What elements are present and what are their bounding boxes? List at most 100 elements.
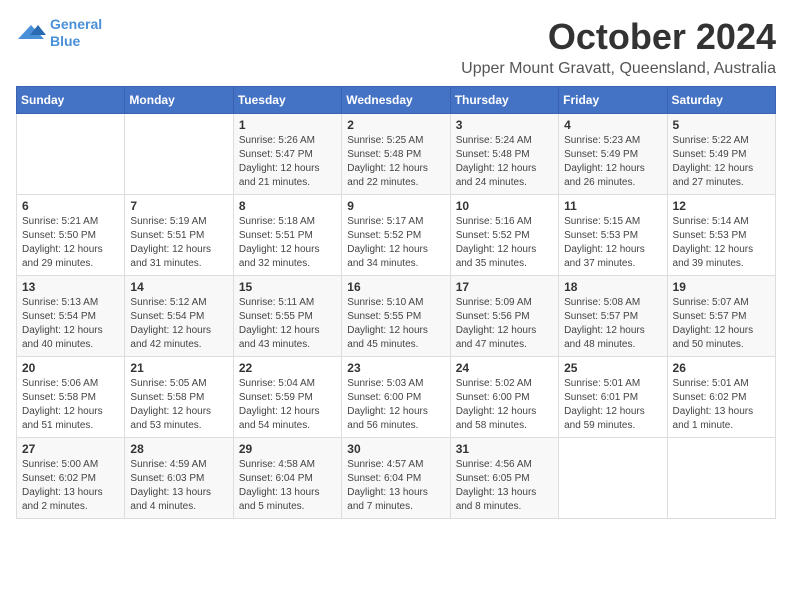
calendar-cell: 17 Sunrise: 5:09 AM Sunset: 5:56 PM Dayli… — [450, 276, 558, 357]
day-detail: Sunrise: 5:14 AM Sunset: 5:53 PM Dayligh… — [673, 215, 770, 271]
calendar-table: SundayMondayTuesdayWednesdayThursdayFrid… — [16, 86, 776, 519]
calendar-header: SundayMondayTuesdayWednesdayThursdayFrid… — [17, 87, 776, 114]
day-number: 21 — [130, 361, 227, 375]
calendar-cell — [667, 438, 775, 519]
calendar-cell: 27Sunrise: 5:00 AM Sunset: 6:02 PM Dayli… — [17, 438, 125, 519]
calendar-cell: 21Sunrise: 5:05 AM Sunset: 5:58 PM Dayli… — [125, 357, 233, 438]
day-number: 1 — [239, 118, 336, 132]
day-number: 31 — [456, 442, 553, 456]
calendar-cell: 19Sunrise: 5:07 AM Sunset: 5:57 PM Dayli… — [667, 276, 775, 357]
day-number: 15 — [239, 280, 336, 294]
day-detail: Sunrise: 5:24 AM Sunset: 5:48 PM Dayligh… — [456, 134, 553, 190]
calendar-cell: 23Sunrise: 5:03 AM Sunset: 6:00 PM Dayli… — [342, 357, 450, 438]
calendar-cell: 30 Sunrise: 4:57 AM Sunset: 6:04 PM Dayli… — [342, 438, 450, 519]
day-number: 13 — [22, 280, 119, 294]
day-detail: Sunrise: 5:13 AM Sunset: 5:54 PM Dayligh… — [22, 296, 119, 352]
day-number: 3 — [456, 118, 553, 132]
calendar-cell: 31 Sunrise: 4:56 AM Sunset: 6:05 PM Dayli… — [450, 438, 558, 519]
calendar-cell: 10Sunrise: 5:16 AM Sunset: 5:52 PM Dayli… — [450, 195, 558, 276]
day-number: 11 — [564, 199, 661, 213]
calendar-cell: 16Sunrise: 5:10 AM Sunset: 5:55 PM Dayli… — [342, 276, 450, 357]
day-detail: Sunrise: 4:56 AM Sunset: 6:05 PM Dayligh… — [456, 458, 553, 514]
day-number: 4 — [564, 118, 661, 132]
day-number: 14 — [130, 280, 227, 294]
calendar-cell: 1 Sunrise: 5:26 AM Sunset: 5:47 PM Daylig… — [233, 114, 341, 195]
day-number: 26 — [673, 361, 770, 375]
header-day: Tuesday — [233, 87, 341, 114]
day-number: 20 — [22, 361, 119, 375]
title-block: October 2024 Upper Mount Gravatt, Queens… — [461, 16, 776, 78]
day-detail: Sunrise: 5:23 AM Sunset: 5:49 PM Dayligh… — [564, 134, 661, 190]
calendar-cell: 6 Sunrise: 5:21 AM Sunset: 5:50 PM Daylig… — [17, 195, 125, 276]
day-number: 10 — [456, 199, 553, 213]
header-day: Wednesday — [342, 87, 450, 114]
calendar-cell: 7 Sunrise: 5:19 AM Sunset: 5:51 PM Daylig… — [125, 195, 233, 276]
calendar-body: 1 Sunrise: 5:26 AM Sunset: 5:47 PM Daylig… — [17, 114, 776, 519]
calendar-cell: 5Sunrise: 5:22 AM Sunset: 5:49 PM Daylig… — [667, 114, 775, 195]
header-day: Thursday — [450, 87, 558, 114]
calendar-week: 13 Sunrise: 5:13 AM Sunset: 5:54 PM Dayli… — [17, 276, 776, 357]
calendar-cell: 3 Sunrise: 5:24 AM Sunset: 5:48 PM Daylig… — [450, 114, 558, 195]
header-row: SundayMondayTuesdayWednesdayThursdayFrid… — [17, 87, 776, 114]
calendar-cell — [125, 114, 233, 195]
day-detail: Sunrise: 5:21 AM Sunset: 5:50 PM Dayligh… — [22, 215, 119, 271]
calendar-cell: 2 Sunrise: 5:25 AM Sunset: 5:48 PM Daylig… — [342, 114, 450, 195]
header-day: Monday — [125, 87, 233, 114]
calendar-cell: 29 Sunrise: 4:58 AM Sunset: 6:04 PM Dayli… — [233, 438, 341, 519]
logo-line2: Blue — [50, 33, 80, 49]
calendar-week: 1 Sunrise: 5:26 AM Sunset: 5:47 PM Daylig… — [17, 114, 776, 195]
day-detail: Sunrise: 5:22 AM Sunset: 5:49 PM Dayligh… — [673, 134, 770, 190]
day-number: 16 — [347, 280, 444, 294]
day-detail: Sunrise: 5:15 AM Sunset: 5:53 PM Dayligh… — [564, 215, 661, 271]
calendar-cell: 20 Sunrise: 5:06 AM Sunset: 5:58 PM Dayli… — [17, 357, 125, 438]
day-number: 17 — [456, 280, 553, 294]
day-number: 30 — [347, 442, 444, 456]
day-detail: Sunrise: 5:07 AM Sunset: 5:57 PM Dayligh… — [673, 296, 770, 352]
logo-text: General Blue — [50, 16, 102, 50]
subtitle: Upper Mount Gravatt, Queensland, Austral… — [461, 60, 776, 78]
day-number: 27 — [22, 442, 119, 456]
calendar-cell: 9 Sunrise: 5:17 AM Sunset: 5:52 PM Daylig… — [342, 195, 450, 276]
day-number: 6 — [22, 199, 119, 213]
day-detail: Sunrise: 5:01 AM Sunset: 6:02 PM Dayligh… — [673, 377, 770, 433]
day-number: 9 — [347, 199, 444, 213]
calendar-cell: 12Sunrise: 5:14 AM Sunset: 5:53 PM Dayli… — [667, 195, 775, 276]
logo-icon — [16, 21, 46, 45]
day-detail: Sunrise: 5:19 AM Sunset: 5:51 PM Dayligh… — [130, 215, 227, 271]
day-detail: Sunrise: 4:58 AM Sunset: 6:04 PM Dayligh… — [239, 458, 336, 514]
calendar-week: 27Sunrise: 5:00 AM Sunset: 6:02 PM Dayli… — [17, 438, 776, 519]
page-header: General Blue October 2024 Upper Mount Gr… — [16, 16, 776, 78]
day-detail: Sunrise: 5:12 AM Sunset: 5:54 PM Dayligh… — [130, 296, 227, 352]
calendar-cell: 26 Sunrise: 5:01 AM Sunset: 6:02 PM Dayli… — [667, 357, 775, 438]
day-number: 24 — [456, 361, 553, 375]
header-day: Saturday — [667, 87, 775, 114]
calendar-week: 20 Sunrise: 5:06 AM Sunset: 5:58 PM Dayli… — [17, 357, 776, 438]
day-number: 7 — [130, 199, 227, 213]
calendar-cell: 25 Sunrise: 5:01 AM Sunset: 6:01 PM Dayli… — [559, 357, 667, 438]
day-detail: Sunrise: 5:18 AM Sunset: 5:51 PM Dayligh… — [239, 215, 336, 271]
day-number: 23 — [347, 361, 444, 375]
logo-line1: General — [50, 16, 102, 32]
day-number: 25 — [564, 361, 661, 375]
calendar-cell: 28Sunrise: 4:59 AM Sunset: 6:03 PM Dayli… — [125, 438, 233, 519]
calendar-cell — [559, 438, 667, 519]
calendar-cell: 18 Sunrise: 5:08 AM Sunset: 5:57 PM Dayli… — [559, 276, 667, 357]
day-number: 22 — [239, 361, 336, 375]
day-detail: Sunrise: 5:01 AM Sunset: 6:01 PM Dayligh… — [564, 377, 661, 433]
day-detail: Sunrise: 5:06 AM Sunset: 5:58 PM Dayligh… — [22, 377, 119, 433]
day-detail: Sunrise: 5:17 AM Sunset: 5:52 PM Dayligh… — [347, 215, 444, 271]
day-detail: Sunrise: 4:57 AM Sunset: 6:04 PM Dayligh… — [347, 458, 444, 514]
day-detail: Sunrise: 5:08 AM Sunset: 5:57 PM Dayligh… — [564, 296, 661, 352]
day-detail: Sunrise: 5:02 AM Sunset: 6:00 PM Dayligh… — [456, 377, 553, 433]
day-number: 18 — [564, 280, 661, 294]
day-detail: Sunrise: 5:25 AM Sunset: 5:48 PM Dayligh… — [347, 134, 444, 190]
day-number: 2 — [347, 118, 444, 132]
calendar-cell: 11 Sunrise: 5:15 AM Sunset: 5:53 PM Dayli… — [559, 195, 667, 276]
day-number: 29 — [239, 442, 336, 456]
calendar-cell: 15 Sunrise: 5:11 AM Sunset: 5:55 PM Dayli… — [233, 276, 341, 357]
day-detail: Sunrise: 5:11 AM Sunset: 5:55 PM Dayligh… — [239, 296, 336, 352]
day-detail: Sunrise: 5:26 AM Sunset: 5:47 PM Dayligh… — [239, 134, 336, 190]
day-detail: Sunrise: 5:09 AM Sunset: 5:56 PM Dayligh… — [456, 296, 553, 352]
calendar-cell: 24 Sunrise: 5:02 AM Sunset: 6:00 PM Dayli… — [450, 357, 558, 438]
day-number: 28 — [130, 442, 227, 456]
